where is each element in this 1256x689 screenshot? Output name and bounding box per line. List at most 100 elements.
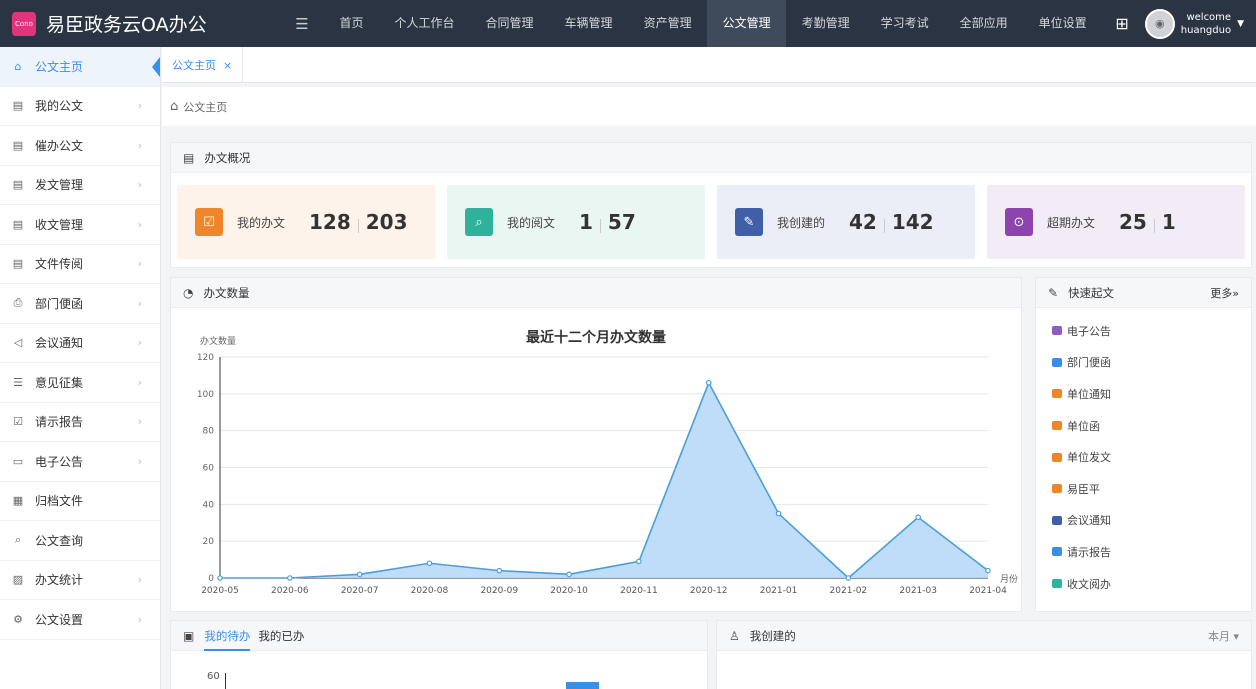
chevron-right-icon: ›	[137, 178, 142, 192]
quick-item[interactable]: 会议通知	[1036, 505, 1251, 537]
doc-icon: ▤	[12, 99, 24, 113]
nav-item-3[interactable]: 车辆管理	[549, 0, 628, 47]
nav-item-9[interactable]: 单位设置	[1023, 0, 1102, 47]
data-point	[845, 575, 852, 581]
doc-type-icon	[1052, 515, 1062, 525]
stat-value-a: 128	[309, 210, 351, 234]
y-tick-label: 120	[197, 353, 214, 363]
nav-item-1[interactable]: 个人工作台	[379, 0, 470, 47]
nav-item-5[interactable]: 公文管理	[707, 0, 787, 47]
sidebar-item-11[interactable]: ▦ 归档文件	[0, 482, 160, 521]
sidebar-item-9[interactable]: ☑ 请示报告 ›	[0, 403, 160, 442]
sidebar-item-5[interactable]: ▤ 文件传阅 ›	[0, 245, 160, 284]
user-name: huangduo	[1180, 24, 1232, 36]
sidebar-item-12[interactable]: ⌕ 公文查询	[0, 521, 160, 561]
cloud-logo-icon: Cono	[12, 11, 36, 36]
archive-icon: ▦	[12, 494, 24, 508]
stat-separator	[599, 218, 601, 233]
doc-icon: ▤	[12, 178, 24, 192]
quick-item[interactable]: 请示报告	[1036, 536, 1251, 568]
quick-item[interactable]: 部门便函	[1036, 347, 1251, 379]
created-title: 我创建的	[749, 628, 796, 643]
overview-header: ▤ 办文概况	[171, 143, 1251, 173]
sidebar-item-2[interactable]: ▤ 催办公文 ›	[0, 126, 160, 166]
tab-my-done[interactable]: 我的已办	[258, 621, 304, 651]
sidebar-item-1[interactable]: ▤ 我的公文 ›	[0, 87, 160, 126]
app-title: 易臣政务云OA办公	[46, 14, 207, 36]
quick-item-label: 会议通知	[1067, 514, 1111, 528]
data-point	[496, 567, 503, 574]
sidebar-item-3[interactable]: ▤ 发文管理 ›	[0, 166, 160, 205]
nav-item-7[interactable]: 学习考试	[865, 0, 944, 47]
sidebar-item-6[interactable]: ⎙ 部门便函 ›	[0, 284, 160, 324]
data-point	[566, 571, 572, 578]
caret-down-icon[interactable]: ▼	[1237, 19, 1244, 29]
sidebar-item-13[interactable]: ▨ 办文统计 ›	[0, 561, 160, 600]
app-logo[interactable]: Cono 易臣政务云OA办公	[0, 10, 282, 37]
stats-icon: ▨	[12, 573, 24, 587]
doc-icon: ▤	[183, 150, 195, 165]
more-link[interactable]: 更多»	[1210, 285, 1239, 301]
quick-item[interactable]: 易臣平	[1036, 473, 1251, 505]
quick-item[interactable]: 单位发文	[1036, 441, 1251, 473]
stat-value-a: 25	[1119, 210, 1147, 234]
sidebar-item-label: 公文设置	[35, 612, 84, 627]
stat-icon: ⌕	[465, 208, 493, 236]
nav-item-0[interactable]: 首页	[324, 0, 379, 47]
sidebar-item-8[interactable]: ☰ 意见征集 ›	[0, 363, 160, 403]
y-axis-label: 办文数量	[200, 335, 236, 347]
gear-icon: ⚙	[13, 612, 23, 626]
sidebar-item-label: 催办公文	[35, 138, 84, 153]
user-info[interactable]: welcome huangduo	[1181, 11, 1231, 37]
sidebar-item-label: 电子公告	[35, 454, 84, 469]
quick-item[interactable]: 收文阅办	[1036, 568, 1251, 600]
quick-header: ✎ 快速起文 更多»	[1036, 278, 1251, 308]
edit-icon: ✎	[1048, 285, 1059, 300]
home-icon[interactable]: ⌂	[170, 99, 178, 114]
sidebar-item-4[interactable]: ▤ 收文管理 ›	[0, 205, 160, 245]
stat-card[interactable]: ⊙ 超期办文 25 1	[987, 185, 1245, 259]
stat-card[interactable]: ✎ 我创建的 42 142	[717, 185, 975, 259]
data-point	[217, 575, 223, 581]
x-tick-label: 2021-03	[899, 586, 937, 596]
sidebar-item-14[interactable]: ⚙ 公文设置 ›	[0, 600, 160, 640]
docs-line-chart: 最近十二个月办文数量 办文数量月份 0 20 40 60 80 100 120 2020-05 20…	[197, 329, 1018, 596]
x-tick-label: 2020-06	[271, 586, 309, 596]
x-tick-label: 2021-01	[760, 586, 798, 596]
sidebar-item-7[interactable]: ◁ 会议通知 ›	[0, 324, 160, 363]
tab-my-todo[interactable]: 我的待办	[204, 621, 251, 651]
period-select[interactable]: 本月 ▾	[1208, 628, 1239, 644]
nav-item-8[interactable]: 全部应用	[944, 0, 1023, 47]
doc-type-icon	[1052, 421, 1062, 431]
sidebar-item-0[interactable]: ⌂ 公文主页	[0, 47, 160, 87]
quick-item[interactable]: 单位通知	[1036, 378, 1251, 410]
overview-panel: ▤ 办文概况 ☑ 我的办文 128 203 ⌕ 我的阅文 1 57 ✎ 我创建的 42 142 ⊙ 超期办…	[170, 142, 1252, 268]
y-tick-label: 0	[208, 574, 214, 584]
stat-card[interactable]: ☑ 我的办文 128 203	[177, 185, 435, 259]
avatar[interactable]: ◉	[1144, 8, 1175, 39]
quick-item[interactable]: 电子公告	[1036, 315, 1251, 347]
doc-type-icon	[1052, 326, 1062, 336]
org-chart-icon[interactable]: ⊞	[1115, 14, 1128, 33]
stat-icon: ⊙	[1005, 208, 1033, 236]
x-tick-label: 2020-07	[341, 586, 379, 596]
chevron-right-icon: ›	[137, 375, 142, 389]
sidebar-item-10[interactable]: ▭ 电子公告 ›	[0, 442, 160, 482]
stat-icon: ✎	[735, 208, 763, 236]
nav-item-6[interactable]: 考勤管理	[786, 0, 865, 47]
close-icon[interactable]: ×	[223, 59, 232, 72]
menu-toggle-icon[interactable]: ☰	[282, 15, 322, 33]
tab-bar: 公文主页 ×	[162, 47, 1256, 83]
stat-separator	[357, 218, 359, 233]
quick-panel: ✎ 快速起文 更多» 电子公告 部门便函单位通知单位函 单位发文 易臣平会议通知请示报…	[1035, 277, 1252, 612]
nav-item-2[interactable]: 合同管理	[470, 0, 549, 47]
stat-value-b: 203	[365, 210, 408, 234]
print-icon: ⎙	[13, 296, 23, 310]
stat-card[interactable]: ⌕ 我的阅文 1 57	[447, 185, 705, 259]
nav-item-4[interactable]: 资产管理	[628, 0, 707, 47]
main-nav: 首页 个人工作台 合同管理 车辆管理 资产管理 公文管理 考勤管理 学习考试 全部应用 单位设置	[324, 0, 1102, 47]
quick-item[interactable]: 单位函	[1036, 410, 1251, 442]
tab-doc-home[interactable]: 公文主页 ×	[162, 47, 244, 83]
y-tick-label: 60	[203, 464, 215, 474]
quick-item-label: 单位通知	[1067, 387, 1111, 401]
